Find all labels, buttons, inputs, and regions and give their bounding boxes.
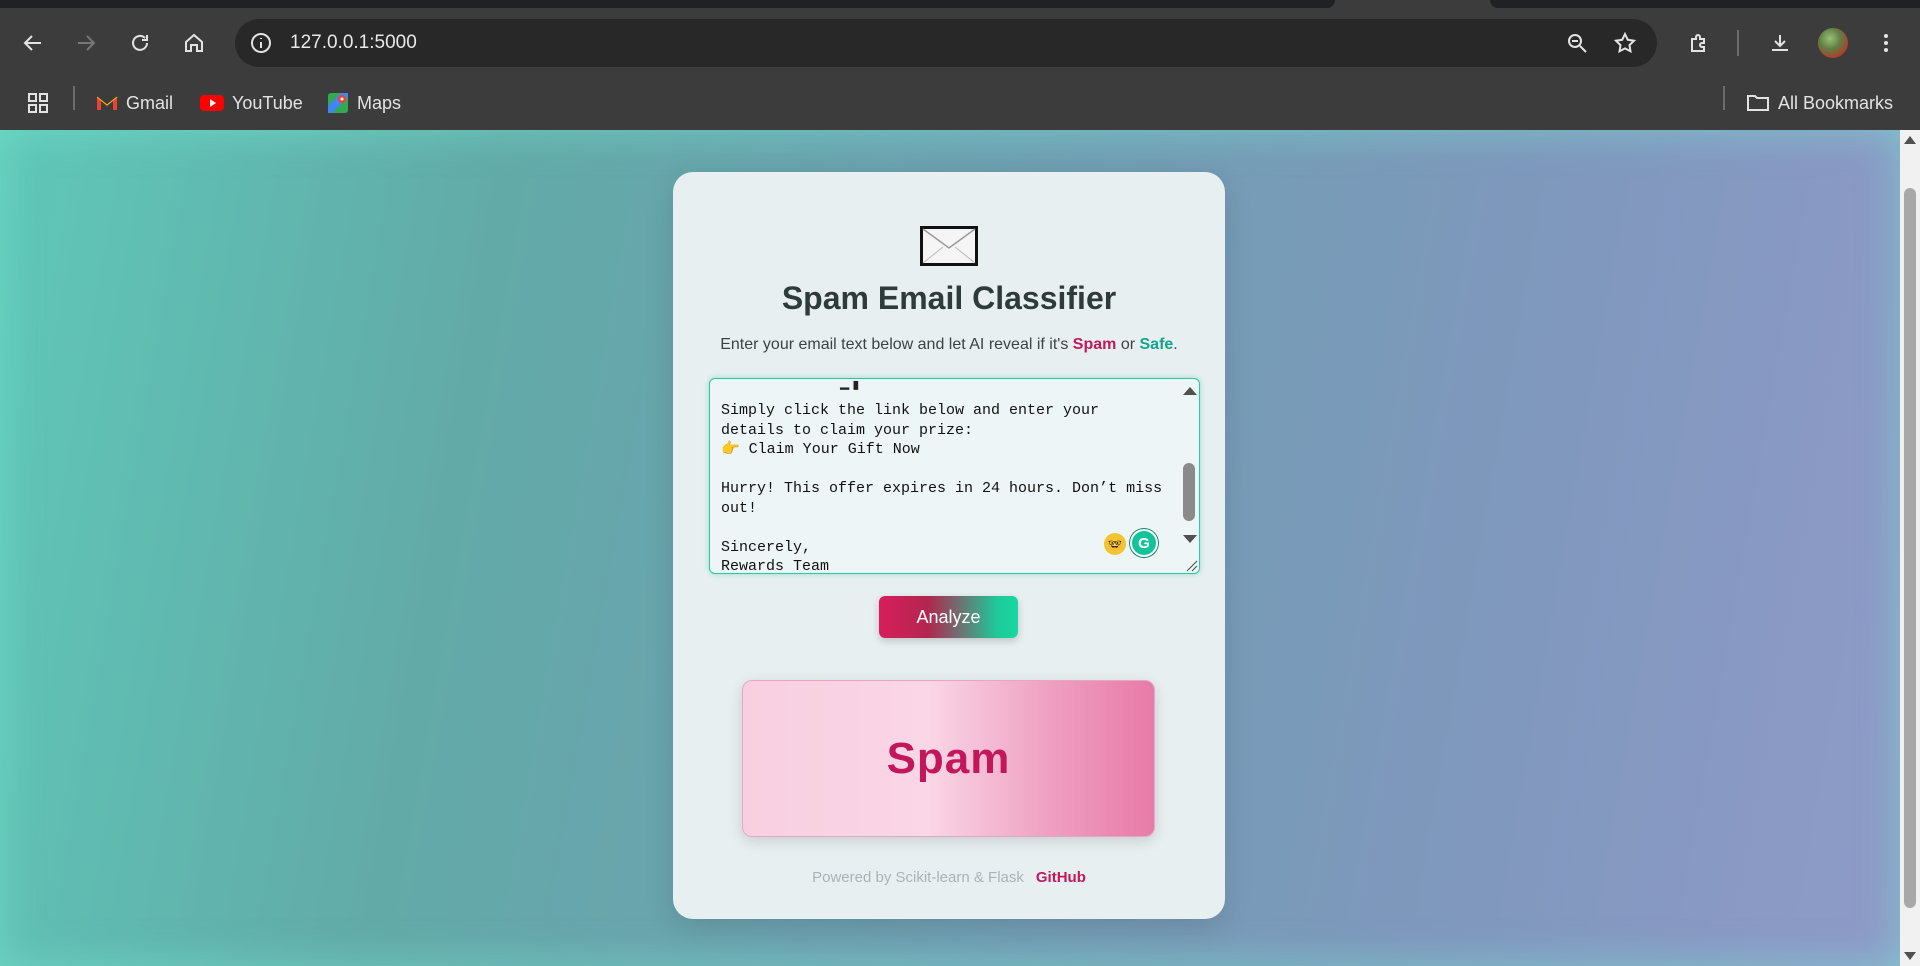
bookmark-star-icon[interactable] xyxy=(1613,31,1637,55)
scroll-thumb[interactable] xyxy=(1904,188,1916,908)
apps-grid-icon xyxy=(28,93,48,113)
textarea-scrollbar[interactable] xyxy=(1181,381,1197,569)
home-button[interactable] xyxy=(177,26,211,60)
forward-arrow-icon xyxy=(78,35,96,51)
scroll-down-arrow[interactable] xyxy=(1183,535,1197,543)
puzzle-icon xyxy=(1691,34,1705,52)
subtitle-or: or xyxy=(1116,336,1140,353)
home-icon xyxy=(185,33,203,52)
subtitle-end: . xyxy=(1173,336,1178,353)
email-text[interactable]: Simply click the link below and enter yo… xyxy=(721,401,1171,573)
site-info-icon[interactable] xyxy=(249,31,273,55)
bookmark-label: Gmail xyxy=(126,92,174,113)
downloads-button[interactable] xyxy=(1763,26,1797,60)
github-link[interactable]: GitHub xyxy=(1036,869,1086,886)
grammarly-icon[interactable]: G xyxy=(1130,529,1158,557)
scroll-down-arrow[interactable] xyxy=(1904,952,1916,960)
bookmarks-divider xyxy=(73,86,75,110)
youtube-icon xyxy=(200,95,224,111)
tab-strip-right xyxy=(1490,0,1920,8)
page-title: Spam Email Classifier xyxy=(781,280,1117,316)
browser-toolbar: 127.0.0.1:5000 xyxy=(0,0,1920,85)
subtitle-text: Enter your email text below and let AI r… xyxy=(720,336,1073,353)
scroll-thumb[interactable] xyxy=(1183,463,1195,521)
bookmarks-divider xyxy=(1723,86,1725,110)
scroll-up-arrow[interactable] xyxy=(1904,136,1916,144)
page-viewport: Spam Email Classifier Enter your email t… xyxy=(0,130,1900,966)
all-bookmarks-label: All Bookmarks xyxy=(1778,92,1894,113)
address-bar[interactable]: 127.0.0.1:5000 xyxy=(235,19,1657,67)
classifier-card: Spam Email Classifier Enter your email t… xyxy=(673,172,1225,919)
menu-button[interactable] xyxy=(1869,26,1903,60)
zoom-icon[interactable] xyxy=(1565,31,1589,55)
analyze-button[interactable]: Analyze xyxy=(879,596,1018,638)
back-button[interactable] xyxy=(16,26,50,60)
envelope-icon xyxy=(920,226,978,266)
footer: Powered by Scikit-learn & Flask GitHub xyxy=(673,869,1225,886)
tab-strip xyxy=(0,0,1335,8)
maps-icon xyxy=(328,93,348,113)
bookmarks-bar: Gmail YouTube Maps All Bookmarks xyxy=(0,78,1920,130)
apps-button[interactable] xyxy=(26,88,50,118)
reload-icon xyxy=(132,34,148,51)
url-text[interactable]: 127.0.0.1:5000 xyxy=(290,32,417,54)
toolbar-divider xyxy=(1737,30,1739,56)
result-label: Spam xyxy=(886,733,1011,783)
bookmark-youtube[interactable]: YouTube xyxy=(200,88,303,118)
forward-button[interactable] xyxy=(69,26,103,60)
bookmark-label: YouTube xyxy=(232,92,303,113)
resize-handle-icon[interactable] xyxy=(1184,558,1198,572)
all-bookmarks-button[interactable]: All Bookmarks xyxy=(1746,88,1893,118)
email-textarea[interactable]: ▁▗ Simply click the link below and enter… xyxy=(709,378,1200,574)
subtitle-spam: Spam xyxy=(1072,336,1117,353)
emoji-assistant-icon[interactable]: 🤓 xyxy=(1104,533,1126,555)
bookmark-label: Maps xyxy=(357,92,402,113)
footer-text: Powered by Scikit-learn & Flask xyxy=(812,869,1024,886)
folder-icon xyxy=(1747,95,1769,111)
page-subtitle: Enter your email text below and let AI r… xyxy=(673,336,1225,354)
page-scrollbar[interactable] xyxy=(1900,130,1920,966)
scroll-up-arrow[interactable] xyxy=(1183,387,1197,395)
more-vert-icon xyxy=(1884,34,1888,52)
bookmark-gmail[interactable]: Gmail xyxy=(96,88,173,118)
result-box: Spam xyxy=(742,680,1155,837)
profile-avatar[interactable] xyxy=(1818,28,1848,58)
subtitle-safe: Safe xyxy=(1139,336,1174,353)
bookmark-maps[interactable]: Maps xyxy=(327,88,401,118)
gmail-icon xyxy=(96,96,118,110)
back-arrow-icon xyxy=(23,35,41,51)
extensions-button[interactable] xyxy=(1682,26,1716,60)
reload-button[interactable] xyxy=(123,26,157,60)
clipped-line-glyph: ▁▗ xyxy=(840,378,859,391)
download-icon xyxy=(1772,35,1788,51)
